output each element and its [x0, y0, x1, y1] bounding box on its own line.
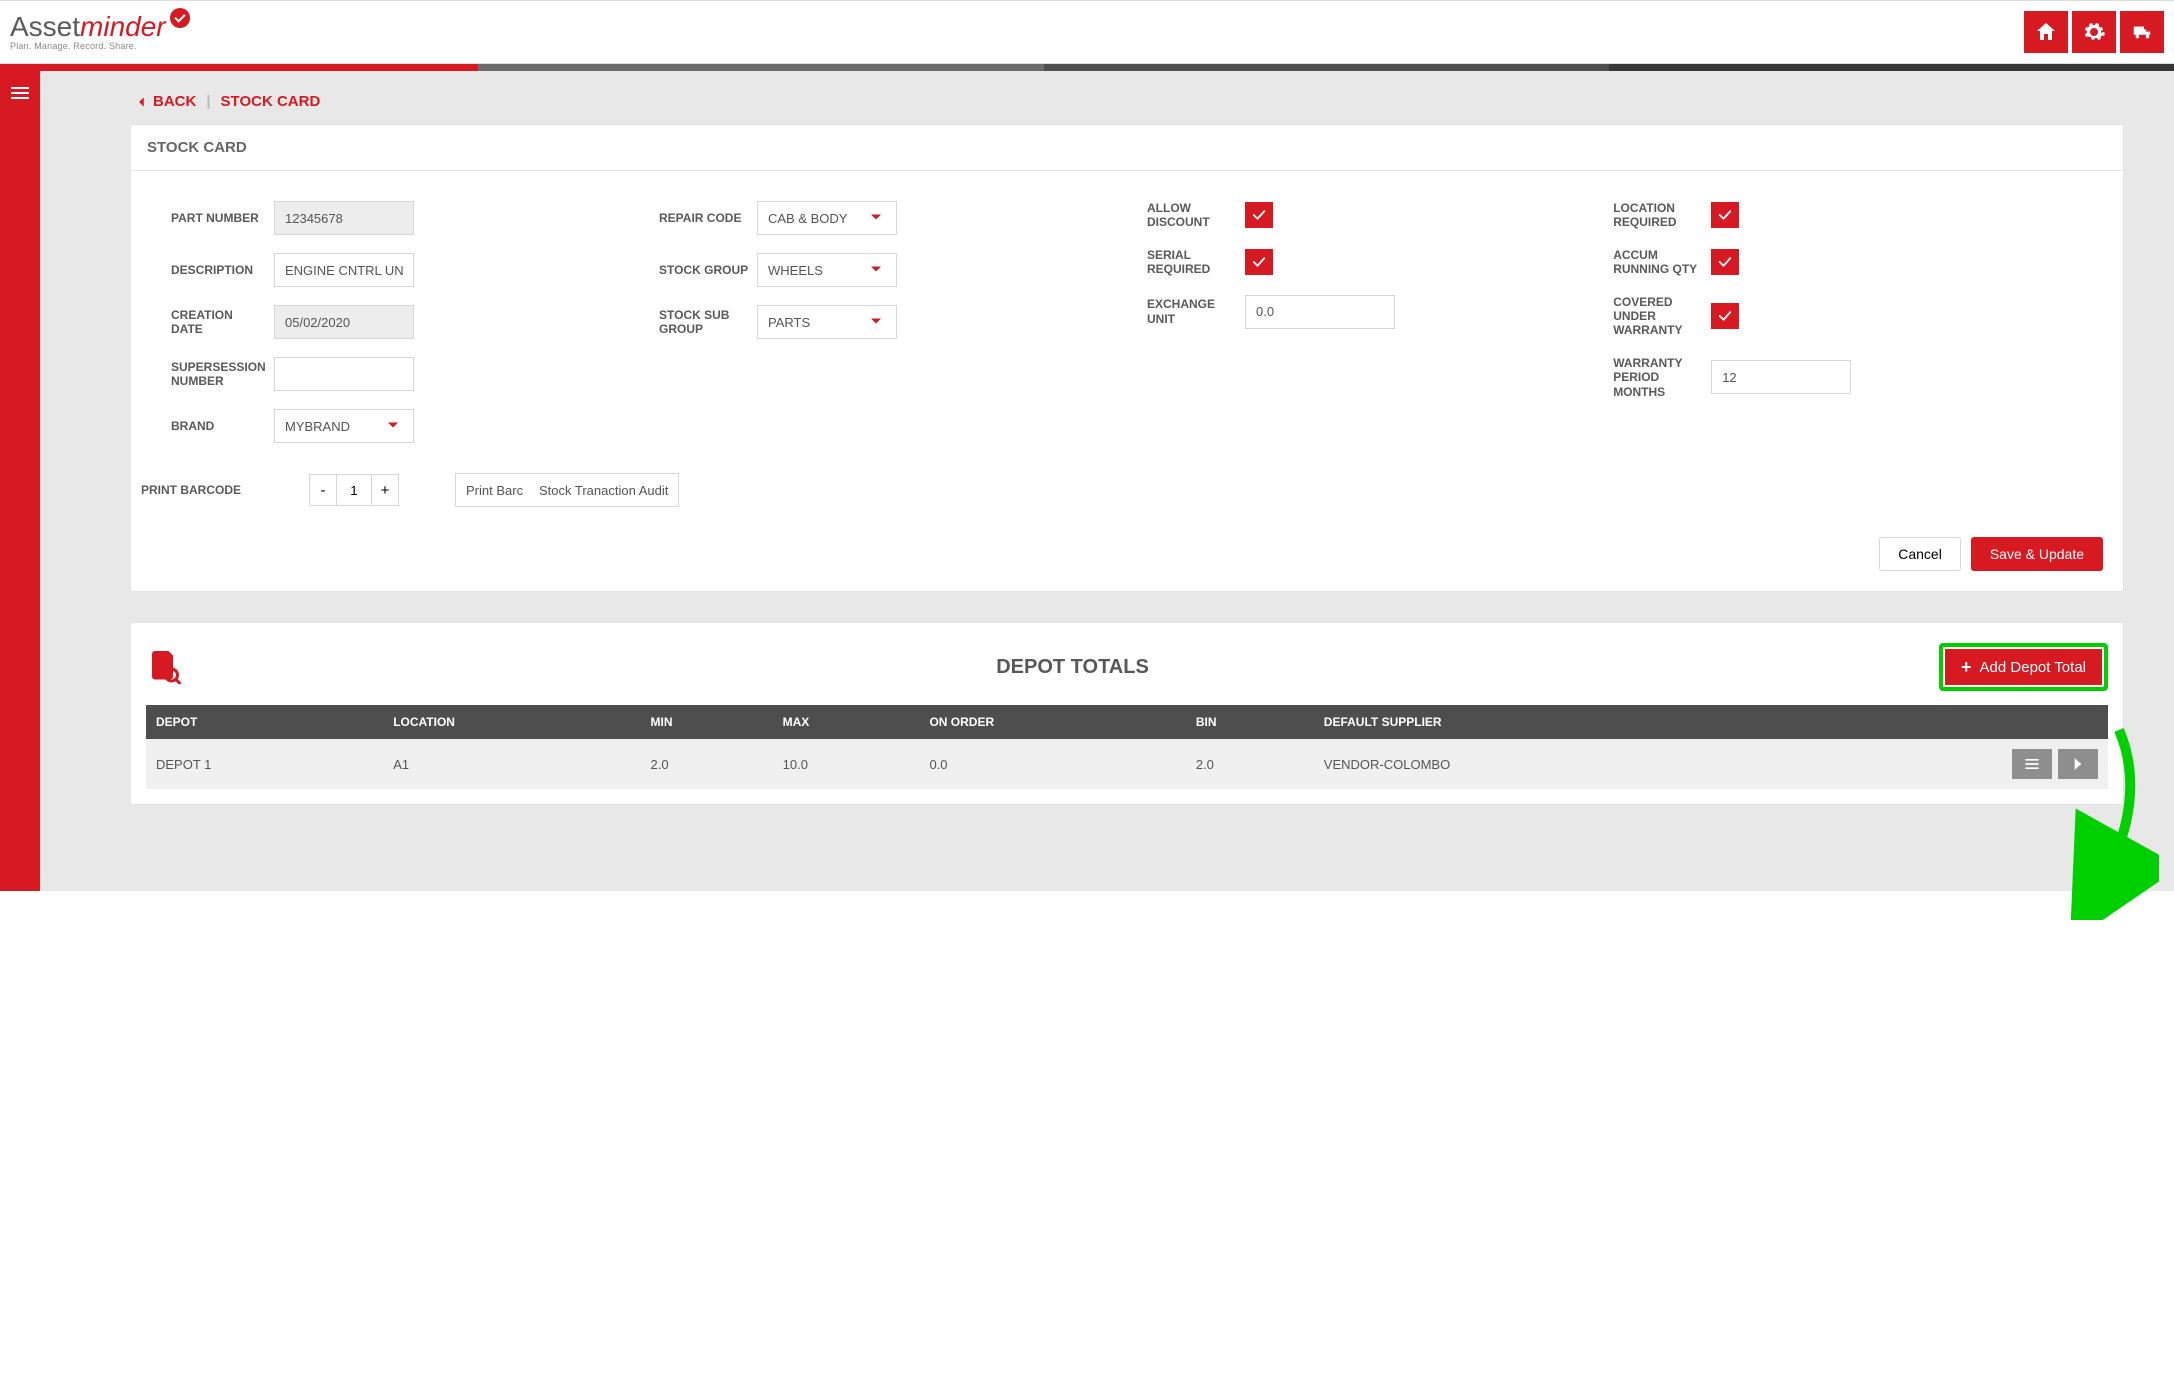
col-supplier: DEFAULT SUPPLIER	[1314, 705, 1775, 739]
logo-text-asset: Asset	[10, 11, 80, 42]
logo-text-minder: minder	[80, 11, 166, 42]
row-arrow-icon[interactable]	[2058, 749, 2098, 779]
supersession-label: SUPERSESSION NUMBER	[171, 360, 266, 389]
crumb-sep: |	[206, 93, 210, 110]
col-depot: DEPOT	[146, 705, 383, 739]
col-min: MIN	[640, 705, 772, 739]
print-barcode-label: PRINT BARCODE	[141, 483, 241, 497]
truck-icon[interactable]: i	[2120, 11, 2164, 53]
chevron-down-icon	[866, 207, 886, 230]
report-icon[interactable]	[146, 648, 206, 687]
brand-label: BRAND	[171, 419, 266, 433]
qty-minus-button[interactable]: -	[309, 474, 337, 506]
back-link[interactable]: BACK	[135, 93, 196, 110]
cell-max: 10.0	[773, 739, 920, 789]
location-required-label: LOCATION REQUIRED	[1613, 201, 1703, 230]
stock-group-value: WHEELS	[768, 263, 823, 278]
stock-card: STOCK CARD PART NUMBER DESCRIPTION	[130, 124, 2124, 592]
cell-onorder: 0.0	[919, 739, 1185, 789]
home-icon[interactable]	[2024, 11, 2068, 53]
print-barcode-button[interactable]: Print Barc	[455, 473, 530, 507]
cell-min: 2.0	[640, 739, 772, 789]
chevron-down-icon	[866, 259, 886, 282]
depot-title: DEPOT TOTALS	[206, 656, 1939, 679]
col-bin: BIN	[1186, 705, 1314, 739]
gear-icon[interactable]	[2072, 11, 2116, 53]
allow-discount-checkbox[interactable]	[1245, 202, 1273, 228]
accum-running-qty-checkbox[interactable]	[1711, 249, 1739, 275]
page-title: STOCK CARD	[221, 93, 321, 110]
stock-sub-group-label: STOCK SUB GROUP	[659, 308, 749, 337]
repair-code-label: REPAIR CODE	[659, 211, 749, 225]
app-header: Assetminder Plan. Manage. Record. Share.…	[0, 0, 2174, 64]
warranty-months-field[interactable]	[1711, 360, 1851, 394]
exchange-unit-field[interactable]	[1245, 295, 1395, 329]
covered-warranty-checkbox[interactable]	[1711, 303, 1739, 329]
brand-value: MYBRAND	[285, 419, 350, 434]
stock-group-label: STOCK GROUP	[659, 263, 749, 277]
stock-group-select[interactable]: WHEELS	[757, 253, 897, 287]
exchange-unit-label: EXCHANGE UNIT	[1147, 297, 1237, 326]
covered-warranty-label: COVERED UNDER WARRANTY	[1613, 295, 1703, 338]
serial-required-checkbox[interactable]	[1245, 249, 1273, 275]
creation-date-label: CREATION DATE	[171, 308, 266, 337]
chevron-down-icon	[383, 415, 403, 438]
location-required-checkbox[interactable]	[1711, 202, 1739, 228]
accent-bar	[0, 64, 2174, 71]
repair-code-select[interactable]: CAB & BODY	[757, 201, 897, 235]
sidebar	[0, 71, 40, 891]
qty-plus-button[interactable]: +	[371, 474, 399, 506]
stock-sub-group-select[interactable]: PARTS	[757, 305, 897, 339]
part-number-label: PART NUMBER	[171, 211, 266, 225]
cell-supplier: VENDOR-COLOMBO	[1314, 739, 1775, 789]
col-location: LOCATION	[383, 705, 640, 739]
logo-tagline: Plan. Manage. Record. Share.	[10, 41, 190, 51]
add-depot-highlight: + Add Depot Total	[1939, 643, 2108, 691]
description-label: DESCRIPTION	[171, 263, 266, 277]
cancel-button[interactable]: Cancel	[1879, 537, 1961, 571]
serial-required-label: SERIAL REQUIRED	[1147, 248, 1237, 277]
save-button[interactable]: Save & Update	[1971, 537, 2103, 571]
logo: Assetminder Plan. Manage. Record. Share.	[10, 13, 190, 51]
chevron-down-icon	[866, 311, 886, 334]
col-onorder: ON ORDER	[919, 705, 1185, 739]
stock-audit-button[interactable]: Stock Tranaction Audit	[529, 473, 679, 507]
add-depot-button[interactable]: + Add Depot Total	[1945, 649, 2102, 685]
header-icons: i	[2024, 11, 2164, 53]
brand-select[interactable]: MYBRAND	[274, 409, 414, 443]
card-title: STOCK CARD	[131, 125, 2123, 171]
hamburger-icon[interactable]	[11, 87, 29, 99]
quantity-stepper: - +	[309, 474, 399, 506]
warranty-months-label: WARRANTY PERIOD MONTHS	[1613, 356, 1703, 399]
supersession-field[interactable]	[274, 357, 414, 391]
description-field[interactable]	[274, 253, 414, 287]
creation-date-field	[274, 305, 414, 339]
breadcrumb: BACK | STOCK CARD	[40, 71, 2174, 124]
part-number-field	[274, 201, 414, 235]
add-depot-label: Add Depot Total	[1980, 659, 2086, 676]
accum-running-qty-label: ACCUM RUNNING QTY	[1613, 248, 1703, 277]
back-label: BACK	[153, 93, 196, 110]
logo-check-icon	[170, 8, 190, 28]
repair-code-value: CAB & BODY	[768, 211, 847, 226]
cell-depot: DEPOT 1	[146, 739, 383, 789]
plus-icon: +	[1961, 657, 1972, 678]
col-max: MAX	[773, 705, 920, 739]
depot-totals-card: DEPOT TOTALS + Add Depot Total DEPOT LOC…	[130, 622, 2124, 805]
cell-bin: 2.0	[1186, 739, 1314, 789]
qty-field[interactable]	[337, 474, 371, 506]
cell-location: A1	[383, 739, 640, 789]
depot-table: DEPOT LOCATION MIN MAX ON ORDER BIN DEFA…	[146, 705, 2108, 789]
stock-sub-group-value: PARTS	[768, 315, 810, 330]
table-row: DEPOT 1 A1 2.0 10.0 0.0 2.0 VENDOR-COLOM…	[146, 739, 2108, 789]
allow-discount-label: ALLOW DISCOUNT	[1147, 201, 1237, 230]
row-list-icon[interactable]	[2012, 749, 2052, 779]
